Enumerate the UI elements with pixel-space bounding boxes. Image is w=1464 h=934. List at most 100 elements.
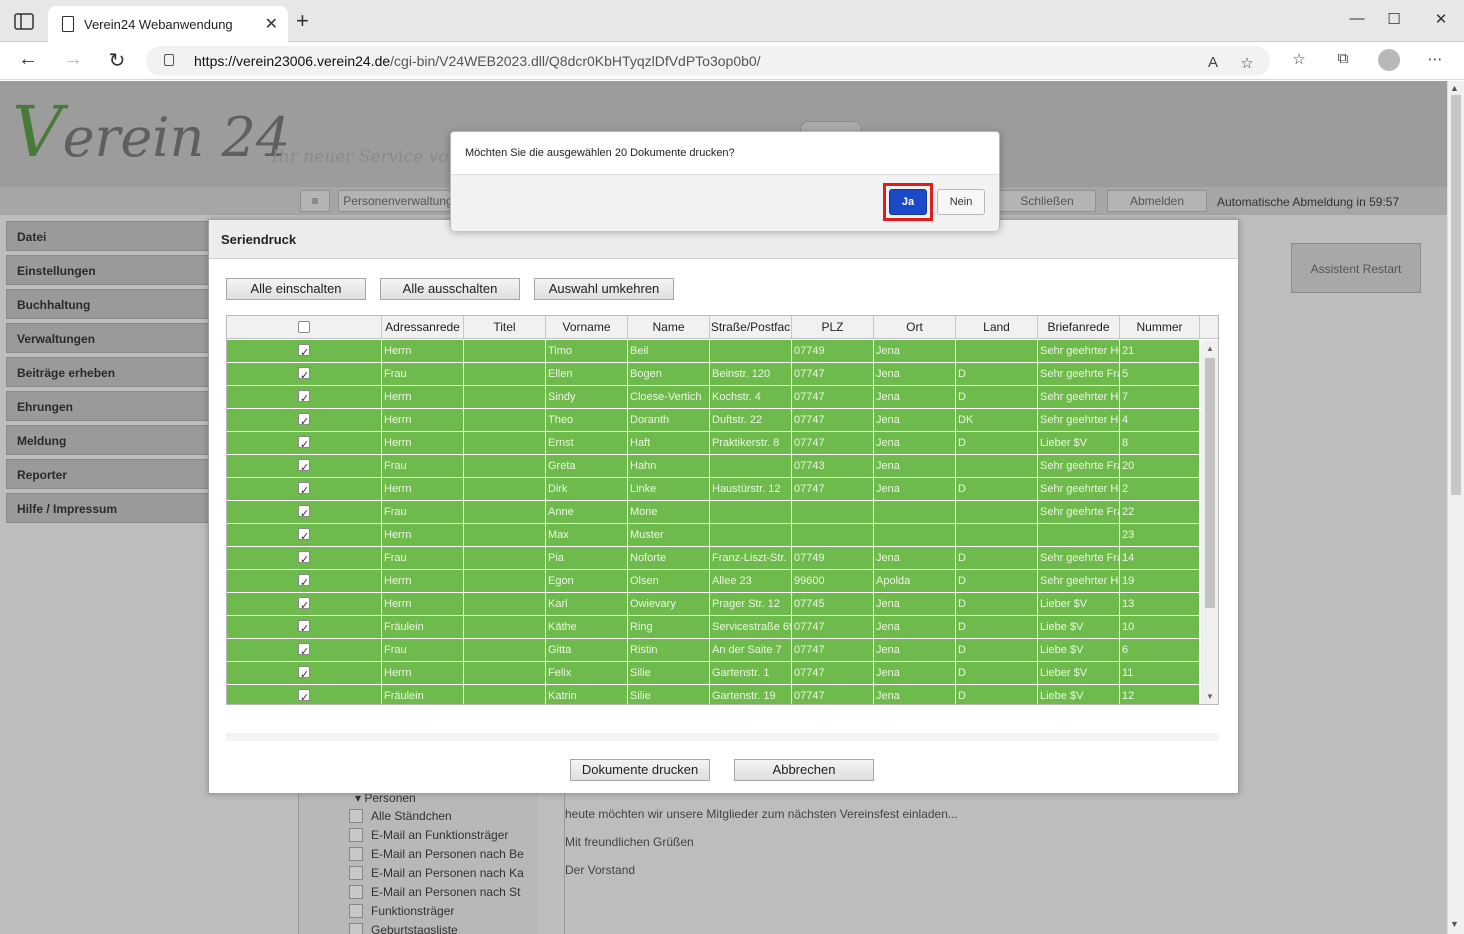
menu-item-reporter[interactable]: Reporter xyxy=(6,459,212,489)
table-cell: 2 xyxy=(1120,478,1200,500)
menu-item-verwaltungen[interactable]: Verwaltungen xyxy=(6,323,212,353)
row-checkbox[interactable] xyxy=(298,365,310,385)
row-checkbox[interactable] xyxy=(298,526,310,546)
alle-ausschalten-button[interactable]: Alle ausschalten xyxy=(380,278,520,300)
column-header[interactable]: Vorname xyxy=(546,316,628,339)
read-aloud-icon[interactable]: A xyxy=(1202,54,1224,71)
menu-item-buchhaltung[interactable]: Buchhaltung xyxy=(6,289,212,319)
row-checkbox[interactable] xyxy=(298,503,310,523)
column-header[interactable]: Name xyxy=(628,316,710,339)
favorites-icon[interactable]: ☆ xyxy=(1288,50,1310,68)
table-row[interactable]: Herrn KarlOwievaryPrager Str. 1207745Jena… xyxy=(227,593,1200,616)
table-row[interactable]: Fräulein KätheRingServicestraße 6907747Je… xyxy=(227,616,1200,639)
row-checkbox[interactable] xyxy=(298,549,310,569)
scroll-down-icon[interactable]: ▼ xyxy=(1450,919,1459,929)
scroll-up-icon[interactable]: ▲ xyxy=(1450,83,1459,93)
tree-item[interactable]: Funktionsträger xyxy=(349,904,454,918)
table-row[interactable]: Herrn DirkLinkeHaustürstr. 1207747JenaDSe… xyxy=(227,478,1200,501)
row-checkbox[interactable] xyxy=(298,457,310,477)
abbrechen-button[interactable]: Abbrechen xyxy=(734,759,874,781)
table-cell: Prager Str. 12 xyxy=(710,593,792,615)
close-tab-icon[interactable]: ✕ xyxy=(265,14,278,34)
row-checkbox[interactable] xyxy=(298,388,310,408)
column-header[interactable]: Ort xyxy=(874,316,956,339)
table-row[interactable]: Frau GittaRistinAn der Saite 707747JenaDL… xyxy=(227,639,1200,662)
forward-icon[interactable]: → xyxy=(61,48,85,71)
scroll-down-icon[interactable]: ▼ xyxy=(1206,692,1214,701)
grid-scrollbar[interactable]: ▲ ▼ xyxy=(1201,340,1218,704)
row-checkbox[interactable] xyxy=(298,664,310,684)
column-header[interactable]: Briefanrede xyxy=(1038,316,1120,339)
menu-item-beitraege-erheben[interactable]: Beiträge erheben xyxy=(6,357,212,387)
grid-scroll-thumb[interactable] xyxy=(1205,358,1215,608)
url-input[interactable]: https://verein23006.verein24.de/cgi-bin/… xyxy=(146,46,1270,76)
row-checkbox[interactable] xyxy=(298,342,310,362)
tree-item[interactable]: E-Mail an Personen nach Be xyxy=(349,847,524,861)
table-row[interactable]: Herrn MaxMuster 23 xyxy=(227,524,1200,547)
table-row[interactable]: Frau EllenBogenBeinstr. 12007747JenaDSehr… xyxy=(227,363,1200,386)
column-header[interactable]: Adressanrede xyxy=(382,316,464,339)
column-header[interactable]: PLZ xyxy=(792,316,874,339)
table-row[interactable]: Fräulein KatrinSilieGartenstr. 1907747Jen… xyxy=(227,685,1200,704)
menu-icon[interactable]: ≡ xyxy=(300,190,330,212)
reload-icon[interactable]: ↻ xyxy=(105,48,129,73)
row-checkbox[interactable] xyxy=(298,641,310,661)
column-header[interactable]: Land xyxy=(956,316,1038,339)
back-icon[interactable]: ← xyxy=(16,48,40,71)
column-header[interactable]: Nummer xyxy=(1120,316,1200,339)
tree-item[interactable]: Alle Ständchen xyxy=(349,809,452,823)
ja-button[interactable]: Ja xyxy=(889,189,927,215)
new-tab-icon[interactable]: + xyxy=(296,10,309,32)
table-cell: 21 xyxy=(1120,340,1200,362)
menu-item-meldung[interactable]: Meldung xyxy=(6,425,212,455)
assistent-restart-button[interactable]: Assistent Restart xyxy=(1291,243,1421,293)
maximize-icon[interactable]: ☐ xyxy=(1384,10,1404,28)
table-row[interactable]: Frau AnneMone Sehr geehrte Fra22 xyxy=(227,501,1200,524)
tree-item[interactable]: Geburtstagsliste xyxy=(349,923,458,934)
table-row[interactable]: Herrn SindyCloese-VertichKochstr. 407747J… xyxy=(227,386,1200,409)
alle-einschalten-button[interactable]: Alle einschalten xyxy=(226,278,366,300)
table-row[interactable]: Herrn EgonOlsenAllee 2399600ApoldaDSehr g… xyxy=(227,570,1200,593)
auswahl-umkehren-button[interactable]: Auswahl umkehren xyxy=(534,278,674,300)
row-checkbox[interactable] xyxy=(298,434,310,454)
page-scrollbar[interactable]: ▲ ▼ xyxy=(1447,81,1464,934)
row-checkbox[interactable] xyxy=(298,595,310,615)
browser-tab[interactable]: Verein24 Webanwendung ✕ xyxy=(48,6,288,42)
table-cell xyxy=(464,340,546,362)
sidebar-toggle-icon[interactable] xyxy=(14,13,36,31)
row-checkbox[interactable] xyxy=(298,572,310,592)
table-row[interactable]: Frau GretaHahn 07743Jena Sehr geehrte Fra20 xyxy=(227,455,1200,478)
page-scroll-thumb[interactable] xyxy=(1451,95,1461,495)
table-row[interactable]: Frau PiaNoforteFranz-Liszt-Str. 107749Jen… xyxy=(227,547,1200,570)
column-header[interactable]: Straße/Postfac xyxy=(710,316,792,339)
select-all-checkbox[interactable] xyxy=(298,321,310,333)
collections-icon[interactable]: ⧉ xyxy=(1332,50,1354,67)
row-checkbox[interactable] xyxy=(298,411,310,431)
more-menu-icon[interactable]: ⋯ xyxy=(1424,50,1446,68)
avatar[interactable] xyxy=(1378,49,1400,71)
menu-item-einstellungen[interactable]: Einstellungen xyxy=(6,255,212,285)
scroll-up-icon[interactable]: ▲ xyxy=(1206,344,1214,353)
menu-item-hilfe-impressum[interactable]: Hilfe / Impressum xyxy=(6,493,212,523)
table-row[interactable]: Herrn ErnstHaftPraktikerstr. 807747JenaDL… xyxy=(227,432,1200,455)
tree-item[interactable]: E-Mail an Personen nach St xyxy=(349,885,520,899)
table-row[interactable]: Herrn TheoDoranthDuftstr. 2207747JenaDKSe… xyxy=(227,409,1200,432)
row-checkbox[interactable] xyxy=(298,480,310,500)
personenverwaltung-button[interactable]: Personenverwaltung xyxy=(338,190,458,212)
column-header[interactable]: Titel xyxy=(464,316,546,339)
tree-item[interactable]: E-Mail an Personen nach Ka xyxy=(349,866,524,880)
abmelden-button[interactable]: Abmelden xyxy=(1107,190,1207,212)
schliessen-button[interactable]: Schließen xyxy=(998,190,1096,212)
row-checkbox[interactable] xyxy=(298,618,310,638)
table-row[interactable]: Herrn TimoBeil 07749Jena Sehr geehrter He21 xyxy=(227,340,1200,363)
minimize-icon[interactable]: — xyxy=(1347,10,1367,27)
row-checkbox[interactable] xyxy=(298,687,310,704)
add-favorite-icon[interactable]: ☆ xyxy=(1236,54,1258,72)
table-row[interactable]: Herrn FelixSilieGartenstr. 107747JenaDLie… xyxy=(227,662,1200,685)
close-window-icon[interactable]: ✕ xyxy=(1431,10,1451,28)
dokumente-drucken-button[interactable]: Dokumente drucken xyxy=(570,759,710,781)
tree-item[interactable]: E-Mail an Funktionsträger xyxy=(349,828,508,842)
menu-item-ehrungen[interactable]: Ehrungen xyxy=(6,391,212,421)
nein-button[interactable]: Nein xyxy=(937,189,985,215)
menu-item-datei[interactable]: Datei xyxy=(6,221,212,251)
